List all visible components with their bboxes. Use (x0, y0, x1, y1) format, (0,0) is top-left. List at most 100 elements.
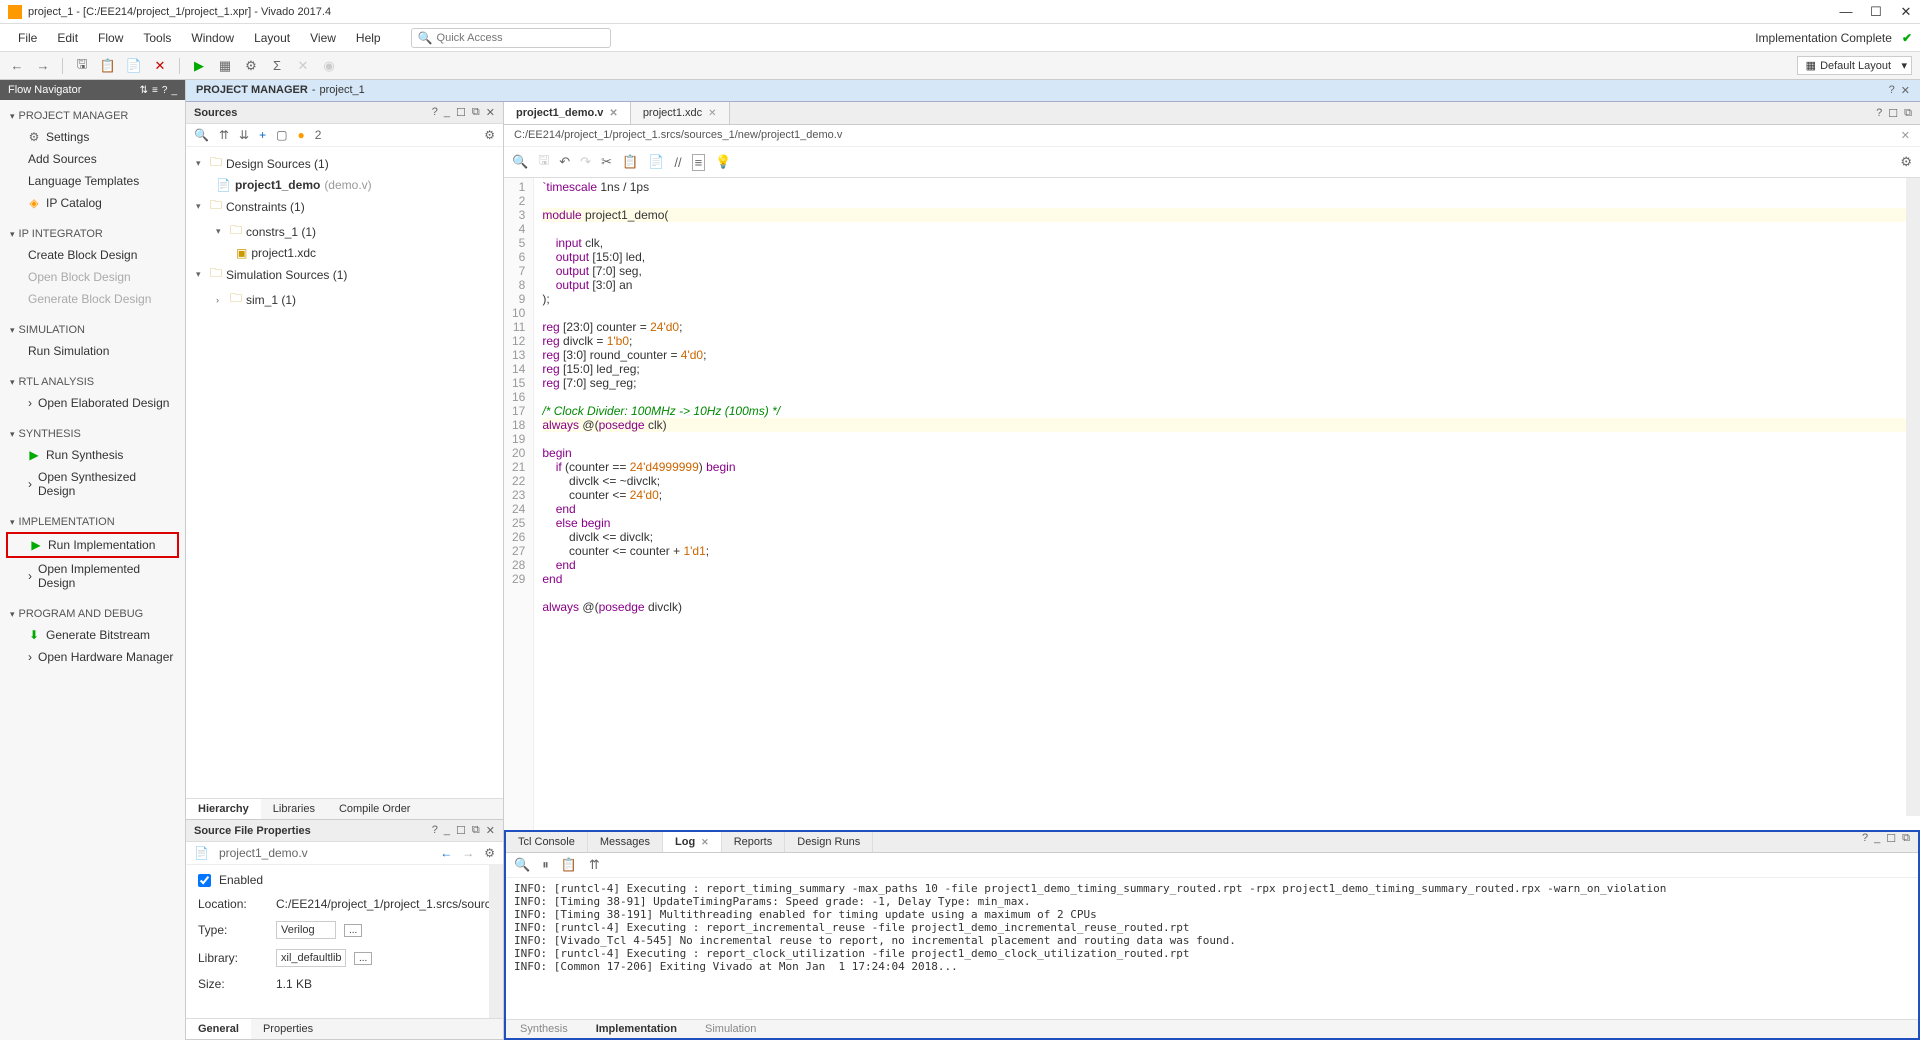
close-icon[interactable]: ✕ (609, 108, 617, 119)
tree-project1-demo[interactable]: 📄project1_demo (demo.v) (192, 176, 497, 194)
back-icon[interactable]: ← (8, 57, 26, 75)
status-tab-synth[interactable]: Synthesis (506, 1020, 582, 1038)
restore-icon[interactable]: ⧉ (1902, 832, 1910, 852)
close-icon[interactable]: ✕ (486, 106, 495, 119)
minimize-panel-icon[interactable]: _ (171, 85, 177, 96)
nav-heading-impl[interactable]: ▾IMPLEMENTATION (0, 510, 185, 532)
help-icon[interactable]: ? (432, 106, 438, 119)
expand-icon[interactable]: ⇊ (239, 128, 249, 142)
editor-tab-demo[interactable]: project1_demo.v✕ (504, 102, 631, 124)
tab-messages[interactable]: Messages (588, 832, 663, 852)
minimize-icon[interactable]: _ (444, 824, 450, 837)
type-more-button[interactable]: ... (344, 924, 362, 937)
menu-flow[interactable]: Flow (88, 27, 133, 49)
paste-icon[interactable]: 📄 (125, 57, 143, 75)
maximize-icon[interactable]: ☐ (1888, 107, 1898, 120)
nav-heading-ipint[interactable]: ▾IP INTEGRATOR (0, 222, 185, 244)
close-icon[interactable]: ✕ (701, 837, 709, 847)
tree-xdc-file[interactable]: ▣project1.xdc (192, 244, 497, 262)
minimize-icon[interactable]: _ (1874, 832, 1880, 852)
menu-layout[interactable]: Layout (244, 27, 300, 49)
pin-icon[interactable]: ≡ (152, 85, 158, 96)
close-icon[interactable]: ✕ (708, 108, 716, 119)
tab-properties[interactable]: Properties (251, 1019, 325, 1039)
debug-icon[interactable]: ◉ (320, 57, 338, 75)
nav-gen-bd[interactable]: Generate Block Design (0, 288, 185, 310)
maximize-icon[interactable]: ☐ (456, 106, 466, 119)
search-icon[interactable]: 🔍 (512, 154, 528, 170)
collapse-icon[interactable]: ⇈ (219, 128, 229, 142)
tab-log[interactable]: Log✕ (663, 832, 722, 852)
nav-open-bd[interactable]: Open Block Design (0, 266, 185, 288)
type-value[interactable]: Verilog (276, 921, 336, 939)
forward-icon[interactable]: → (462, 846, 474, 860)
nav-heading-synth[interactable]: ▾SYNTHESIS (0, 422, 185, 444)
menu-help[interactable]: Help (346, 27, 391, 49)
nav-run-synth[interactable]: ▶Run Synthesis (0, 444, 185, 466)
help-icon[interactable]: ? (1889, 84, 1895, 97)
nav-ip-catalog[interactable]: ◈IP Catalog (0, 192, 185, 214)
tab-tcl[interactable]: Tcl Console (506, 832, 588, 852)
nav-lang-templates[interactable]: Language Templates (0, 170, 185, 192)
nav-open-elab[interactable]: ›Open Elaborated Design (0, 392, 185, 414)
gear-icon[interactable]: ⚙ (484, 846, 495, 860)
menu-file[interactable]: File (8, 27, 47, 49)
nav-gen-bitstream[interactable]: ⬇Generate Bitstream (0, 624, 185, 646)
gear-icon[interactable]: ⚙ (484, 128, 495, 142)
cancel2-icon[interactable]: ✕ (294, 57, 312, 75)
forward-icon[interactable]: → (34, 57, 52, 75)
library-more-button[interactable]: ... (354, 952, 372, 965)
back-icon[interactable]: ← (440, 846, 452, 860)
log-content[interactable]: INFO: [runtcl-4] Executing : report_timi… (506, 878, 1918, 1019)
copy-icon[interactable]: 📋 (622, 154, 638, 170)
maximize-button[interactable]: ☐ (1870, 6, 1882, 18)
tree-design-sources[interactable]: ▾🗀Design Sources (1) (192, 151, 497, 176)
nav-settings[interactable]: ⚙Settings (0, 126, 185, 148)
search-icon[interactable]: 🔍 (194, 128, 209, 142)
close-button[interactable]: ✕ (1900, 6, 1912, 18)
scrollbar[interactable] (489, 865, 503, 1018)
minimize-icon[interactable]: _ (444, 106, 450, 119)
paste-icon[interactable]: 📄 (648, 154, 664, 170)
add-icon[interactable]: + (259, 128, 266, 142)
restore-icon[interactable]: ⧉ (472, 824, 480, 837)
nav-open-synth[interactable]: ›Open Synthesized Design (0, 466, 185, 502)
nav-open-hw[interactable]: ›Open Hardware Manager (0, 646, 185, 668)
restore-icon[interactable]: ⧉ (472, 106, 480, 119)
cancel-icon[interactable]: ✕ (151, 57, 169, 75)
nav-create-bd[interactable]: Create Block Design (0, 244, 185, 266)
tree-sim-1[interactable]: ›🗀sim_1 (1) (192, 287, 497, 312)
nav-heading-prog[interactable]: ▾PROGRAM AND DEBUG (0, 602, 185, 624)
nav-run-impl[interactable]: ▶Run Implementation (6, 532, 179, 558)
chip-icon[interactable]: ▦ (216, 57, 234, 75)
nav-heading-pm[interactable]: ▾PROJECT MANAGER (0, 104, 185, 126)
help-icon[interactable]: ? (1862, 832, 1868, 852)
code-editor[interactable]: 1234567891011121314151617181920212223242… (504, 178, 1920, 830)
nav-heading-rtl[interactable]: ▾RTL ANALYSIS (0, 370, 185, 392)
tab-libraries[interactable]: Libraries (261, 799, 327, 819)
gear-icon[interactable]: ⚙ (1900, 154, 1912, 170)
cut-icon[interactable]: ✂ (601, 154, 612, 170)
layout-dropdown[interactable]: ▦Default Layout (1797, 56, 1912, 75)
save-icon[interactable]: 🖫 (538, 151, 549, 173)
help-icon[interactable]: ? (1876, 107, 1882, 120)
menu-edit[interactable]: Edit (47, 27, 88, 49)
status-tab-impl[interactable]: Implementation (582, 1020, 691, 1038)
copy-icon[interactable]: 📋 (99, 57, 117, 75)
file-icon[interactable]: ▢ (276, 128, 287, 142)
run-icon[interactable]: ▶ (190, 57, 208, 75)
minimize-button[interactable]: — (1840, 6, 1852, 18)
tab-compile-order[interactable]: Compile Order (327, 799, 423, 819)
restore-icon[interactable]: ⧉ (1904, 107, 1912, 120)
save-icon[interactable]: 🖫 (73, 57, 91, 75)
maximize-icon[interactable]: ☐ (456, 824, 466, 837)
redo-icon[interactable]: ↷ (580, 154, 591, 170)
close-icon[interactable]: ✕ (1901, 84, 1910, 97)
bulb-icon[interactable]: 💡 (715, 154, 731, 170)
quick-access-input[interactable] (437, 32, 604, 44)
nav-add-sources[interactable]: Add Sources (0, 148, 185, 170)
tree-sim-sources[interactable]: ▾🗀Simulation Sources (1) (192, 262, 497, 287)
tree-constraints[interactable]: ▾🗀Constraints (1) (192, 194, 497, 219)
tab-hierarchy[interactable]: Hierarchy (186, 799, 261, 819)
gear-icon[interactable]: ⚙ (242, 57, 260, 75)
